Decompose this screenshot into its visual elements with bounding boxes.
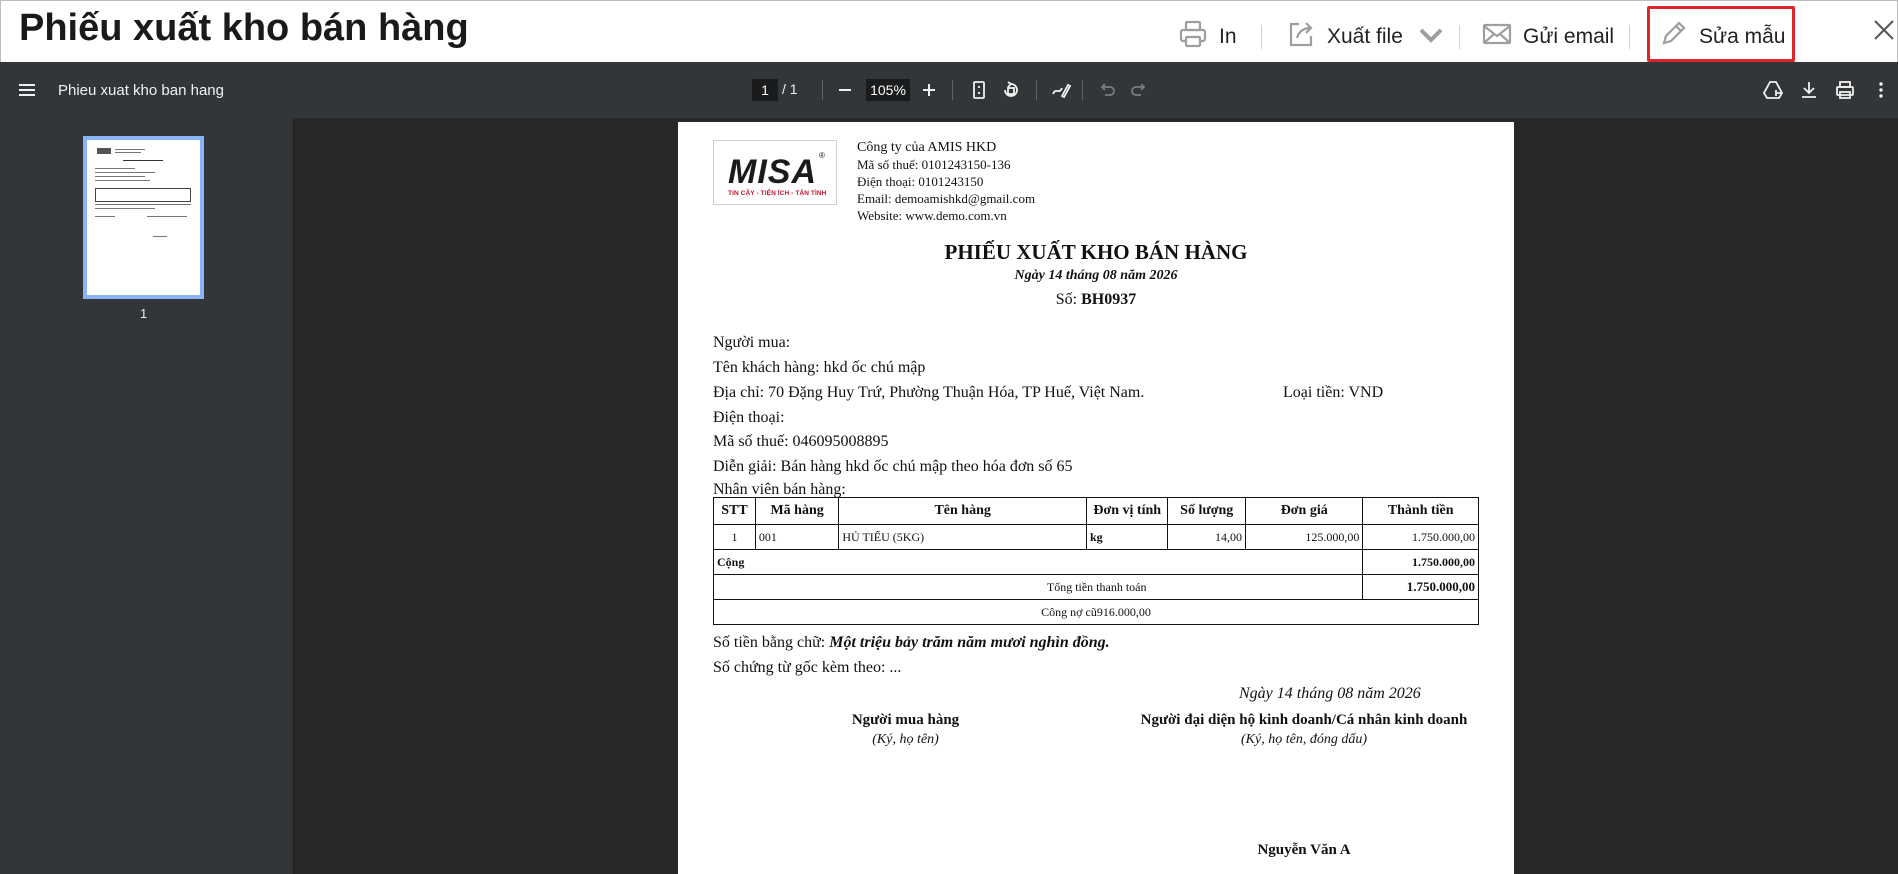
buyer-sign-title: Người mua hàng: [851, 712, 960, 728]
total-value: 1.750.000,00: [1362, 549, 1479, 575]
amount-in-words: Số tiền bằng chữ: Một triệu bảy trăm năm…: [713, 634, 1110, 651]
items-table: STT Mã hàng Tên hàng Đơn vị tính Số lượn…: [712, 497, 1479, 625]
buyer-sign-hint: (Ký, họ tên): [872, 732, 939, 747]
menu-icon[interactable]: [16, 79, 38, 101]
thumbnail-sidebar: 1: [0, 118, 294, 874]
cell-name: HỦ TIẾU (5KG): [838, 524, 1087, 550]
company-phone: Điện thoại: 0101243150: [857, 174, 984, 189]
pdf-viewer-body: 1 MISA ® TIN CẬY - TIỆN ÍCH - TẬN TÌNH C…: [0, 118, 1898, 874]
zoom-out-icon[interactable]: [834, 79, 856, 101]
print-label: In: [1219, 25, 1237, 48]
logo-text: MISA: [728, 153, 817, 191]
grand-total-value: 1.750.000,00: [1362, 574, 1479, 600]
col-header: STT: [713, 497, 756, 525]
company-tax-code: Mã số thuế: 0101243150-136: [857, 157, 1011, 172]
print-button[interactable]: In: [1177, 15, 1237, 59]
download-icon[interactable]: [1798, 79, 1820, 101]
col-header: Tên hàng: [838, 497, 1087, 525]
logo-tagline: TIN CẬY - TIỆN ÍCH - TẬN TÌNH: [728, 190, 827, 197]
table-row: 1 001 HỦ TIẾU (5KG) kg 14,00 125.000,00 …: [713, 524, 1479, 550]
page-thumbnail[interactable]: [83, 136, 204, 299]
edit-template-label: Sửa mẫu: [1699, 25, 1786, 48]
company-name: Công ty của AMIS HKD: [857, 140, 997, 155]
mail-icon: [1481, 18, 1513, 56]
export-label: Xuất file: [1327, 25, 1403, 48]
col-header: Thành tiền: [1362, 497, 1479, 525]
description: Diễn giải: Bán hàng hkd ốc chú mập theo …: [713, 458, 1073, 475]
attached-documents: Số chứng từ gốc kèm theo: ...: [713, 659, 902, 676]
cell-price: 125.000,00: [1245, 524, 1364, 550]
company-website: Website: www.demo.com.vn: [857, 208, 1007, 223]
separator: [1459, 25, 1460, 49]
app-header: Phiếu xuất kho bán hàng In Xuất file Gửi…: [0, 0, 1898, 62]
customer-address: Địa chỉ: 70 Đặng Huy Trứ, Phường Thuận H…: [713, 384, 1145, 401]
zoom-input[interactable]: 105%: [866, 79, 910, 101]
fit-page-icon[interactable]: [968, 79, 990, 101]
cell-unit: kg: [1085, 524, 1169, 550]
total-row: Cộng 1.750.000,00: [712, 549, 1479, 575]
cell-code: 001: [754, 524, 840, 550]
col-header: Mã hàng: [754, 497, 840, 525]
thumbnail-page-number: 1: [140, 306, 148, 321]
currency: Loại tiền: VND: [1283, 384, 1384, 401]
col-header: Đơn giá: [1245, 497, 1364, 525]
email-label: Gửi email: [1523, 25, 1615, 48]
representative-name: Nguyễn Văn A: [1257, 842, 1351, 858]
customer-name: Tên khách hàng: hkd ốc chú mập: [713, 359, 926, 376]
col-header: Số lượng: [1167, 497, 1247, 525]
toolbar-divider: [1036, 80, 1037, 100]
zoom-in-icon[interactable]: [918, 79, 940, 101]
cell-stt: 1: [713, 524, 756, 550]
document-page: MISA ® TIN CẬY - TIỆN ÍCH - TẬN TÌNH Côn…: [678, 122, 1514, 874]
export-icon: [1285, 18, 1317, 56]
page-title: Phiếu xuất kho bán hàng: [19, 7, 469, 49]
page-number-input[interactable]: 1: [752, 79, 778, 101]
separator: [1261, 25, 1262, 49]
edit-template-button[interactable]: Sửa mẫu: [1657, 15, 1785, 59]
page-total: / 1: [782, 81, 798, 97]
undo-icon[interactable]: [1096, 79, 1118, 101]
old-debt-row: Công nợ cũ916.000,00: [713, 599, 1479, 625]
toolbar-divider: [952, 80, 953, 100]
toolbar-divider: [822, 80, 823, 100]
representative-sign-hint: (Ký, họ tên, đóng dấu): [1241, 732, 1367, 747]
company-logo: MISA ® TIN CẬY - TIỆN ÍCH - TẬN TÌNH: [713, 140, 837, 205]
pencil-icon: [1657, 18, 1689, 56]
toolbar-divider: [1082, 80, 1083, 100]
document-title: PHIẾU XUẤT KHO BÁN HÀNG: [944, 240, 1248, 264]
redo-icon[interactable]: [1128, 79, 1150, 101]
cell-qty: 14,00: [1167, 524, 1247, 550]
customer-phone: Điện thoại:: [713, 409, 785, 426]
more-options-icon[interactable]: [1870, 79, 1892, 101]
chevron-down-icon: [1415, 18, 1447, 56]
cell-amount: 1.750.000,00: [1362, 524, 1479, 550]
table-header-row: STT Mã hàng Tên hàng Đơn vị tính Số lượn…: [713, 497, 1479, 525]
export-file-button[interactable]: Xuất file: [1285, 15, 1447, 59]
annotate-icon[interactable]: [1050, 79, 1072, 101]
separator: [1629, 25, 1630, 49]
printer-icon: [1177, 18, 1209, 56]
customer-tax-code: Mã số thuế: 046095008895: [713, 433, 889, 450]
sign-date: Ngày 14 tháng 08 năm 2026: [1239, 685, 1421, 702]
logo-registered: ®: [819, 151, 825, 160]
document-name: Phieu xuat kho ban hang: [58, 82, 224, 99]
grand-total-label: Tổng tiền thanh toán: [712, 574, 1364, 600]
old-debt: Công nợ cũ916.000,00: [713, 599, 1479, 625]
col-header: Đơn vị tính: [1085, 497, 1169, 525]
company-email: Email: demoamishkd@gmail.com: [857, 191, 1036, 206]
total-label: Cộng: [712, 549, 1364, 575]
representative-sign-title: Người đại diện hộ kinh doanh/Cá nhân kin…: [1140, 712, 1468, 728]
drive-save-icon[interactable]: [1762, 79, 1784, 101]
buyer-label: Người mua:: [713, 334, 791, 351]
pdf-viewer-toolbar: Phieu xuat kho ban hang 1 / 1 105%: [0, 62, 1898, 118]
document-date: Ngày 14 tháng 08 năm 2026: [1014, 268, 1178, 283]
send-email-button[interactable]: Gửi email: [1481, 15, 1614, 59]
viewer-print-icon[interactable]: [1834, 79, 1856, 101]
grand-total-row: Tổng tiền thanh toán 1.750.000,00: [712, 574, 1479, 600]
close-icon[interactable]: [1871, 17, 1897, 43]
document-number: Số: BH0937: [1055, 291, 1137, 308]
rotate-icon[interactable]: [1000, 79, 1022, 101]
